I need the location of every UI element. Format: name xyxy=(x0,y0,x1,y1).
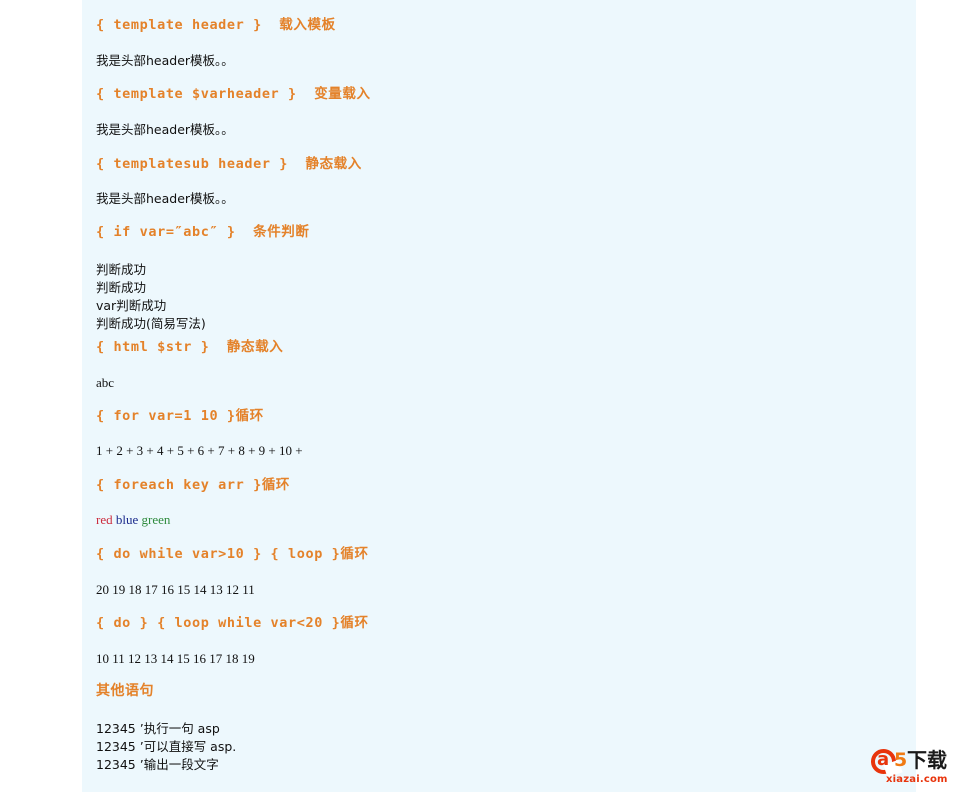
body-other-statements-wrap: 12345 ’执行一句 asp 12345 ’可以直接写 asp. 12345 … xyxy=(82,720,916,774)
foreach-color-words: red blue green xyxy=(82,512,916,528)
heading-for-loop: { for var=1 10 }循环 xyxy=(96,408,264,424)
section-foreach-loop: { foreach key arr }循环 xyxy=(82,478,916,493)
color-word-red: red xyxy=(96,512,113,527)
heading-if-condition: { if var=″abc″ } 条件判断 xyxy=(96,224,310,240)
section-do-loop-while: { do } { loop while var<20 }循环 xyxy=(82,616,916,631)
page-root: { template header } 载入模板 我是头部header模板。。 … xyxy=(0,0,957,792)
section-for-loop: { for var=1 10 }循环 xyxy=(82,409,916,424)
body-template-varheader-wrap: 我是头部header模板。。 xyxy=(82,122,916,137)
body-template-varheader: 我是头部header模板。。 xyxy=(96,122,234,137)
heading-do-loop-while: { do } { loop while var<20 }循环 xyxy=(96,615,369,631)
body-template-header-wrap: 我是头部header模板。。 xyxy=(82,53,916,68)
heading-foreach-loop: { foreach key arr }循环 xyxy=(96,477,291,493)
section-templatesub-header: { templatesub header } 静态载入 xyxy=(82,157,916,172)
section-if-condition: { if var=″abc″ } 条件判断 xyxy=(82,225,916,240)
if-line-2: 判断成功 xyxy=(96,280,147,296)
section-template-header: { template header } 载入模板 xyxy=(82,18,916,33)
body-for-loop: 1 + 2 + 3 + 4 + 5 + 6 + 7 + 8 + 9 + 10 + xyxy=(96,443,306,458)
body-do-while-loop: 20 19 18 17 16 15 14 13 12 11 xyxy=(96,582,255,597)
body-do-while-loop-wrap: 20 19 18 17 16 15 14 13 12 11 xyxy=(82,582,916,599)
section-do-while-loop: { do while var>10 } { loop }循环 xyxy=(82,547,916,562)
logo-url-text: xiazai.com xyxy=(886,774,948,785)
if-line-4: 判断成功(简易写法) xyxy=(96,316,206,332)
body-do-loop-while: 10 11 12 13 14 15 16 17 18 19 xyxy=(96,651,255,666)
other-line-1: 12345 ’执行一句 asp xyxy=(96,721,220,736)
if-line-3: var判断成功 xyxy=(96,298,167,314)
section-template-varheader: { template $varheader } 变量载入 xyxy=(82,87,916,102)
heading-template-header: { template header } 载入模板 xyxy=(96,17,336,33)
heading-other-statements: 其他语句 xyxy=(96,683,154,699)
color-word-green: green xyxy=(141,512,171,527)
heading-template-varheader: { template $varheader } 变量载入 xyxy=(96,86,371,102)
body-template-header: 我是头部header模板。。 xyxy=(96,53,234,68)
body-html-str-wrap: abc xyxy=(82,375,916,392)
heading-html-str: { html $str } 静态载入 xyxy=(96,339,284,355)
section-other-statements: 其他语句 xyxy=(82,683,916,699)
body-html-str: abc xyxy=(96,375,115,390)
heading-templatesub-header: { templatesub header } 静态载入 xyxy=(96,156,362,172)
if-line-1: 判断成功 xyxy=(96,262,147,277)
logo-digit-5: 5 xyxy=(894,749,908,771)
logo-cjk-text: 下载 xyxy=(907,748,947,772)
a5-xiazai-logo: a 5 下载 xiazai.com xyxy=(871,748,952,788)
section-html-str: { html $str } 静态载入 xyxy=(82,340,916,355)
body-for-loop-wrap: 1 + 2 + 3 + 4 + 5 + 6 + 7 + 8 + 9 + 10 + xyxy=(82,443,916,460)
body-templatesub-header-wrap: 我是头部header模板。。 xyxy=(82,191,916,206)
logo-letter-a: a xyxy=(877,749,890,770)
color-word-blue: blue xyxy=(115,512,139,527)
other-line-2: 12345 ’可以直接写 asp. xyxy=(96,739,237,755)
body-templatesub-header: 我是头部header模板。。 xyxy=(96,191,234,206)
body-if-condition-wrap: 判断成功 判断成功 var判断成功 判断成功(简易写法) xyxy=(82,261,916,334)
other-line-3: 12345 ’输出一段文字 xyxy=(96,757,219,773)
content-panel: { template header } 载入模板 我是头部header模板。。 … xyxy=(82,0,916,792)
body-foreach-loop-wrap: red blue green xyxy=(82,512,916,528)
body-do-loop-while-wrap: 10 11 12 13 14 15 16 17 18 19 xyxy=(82,651,916,668)
heading-do-while-loop: { do while var>10 } { loop }循环 xyxy=(96,546,369,562)
